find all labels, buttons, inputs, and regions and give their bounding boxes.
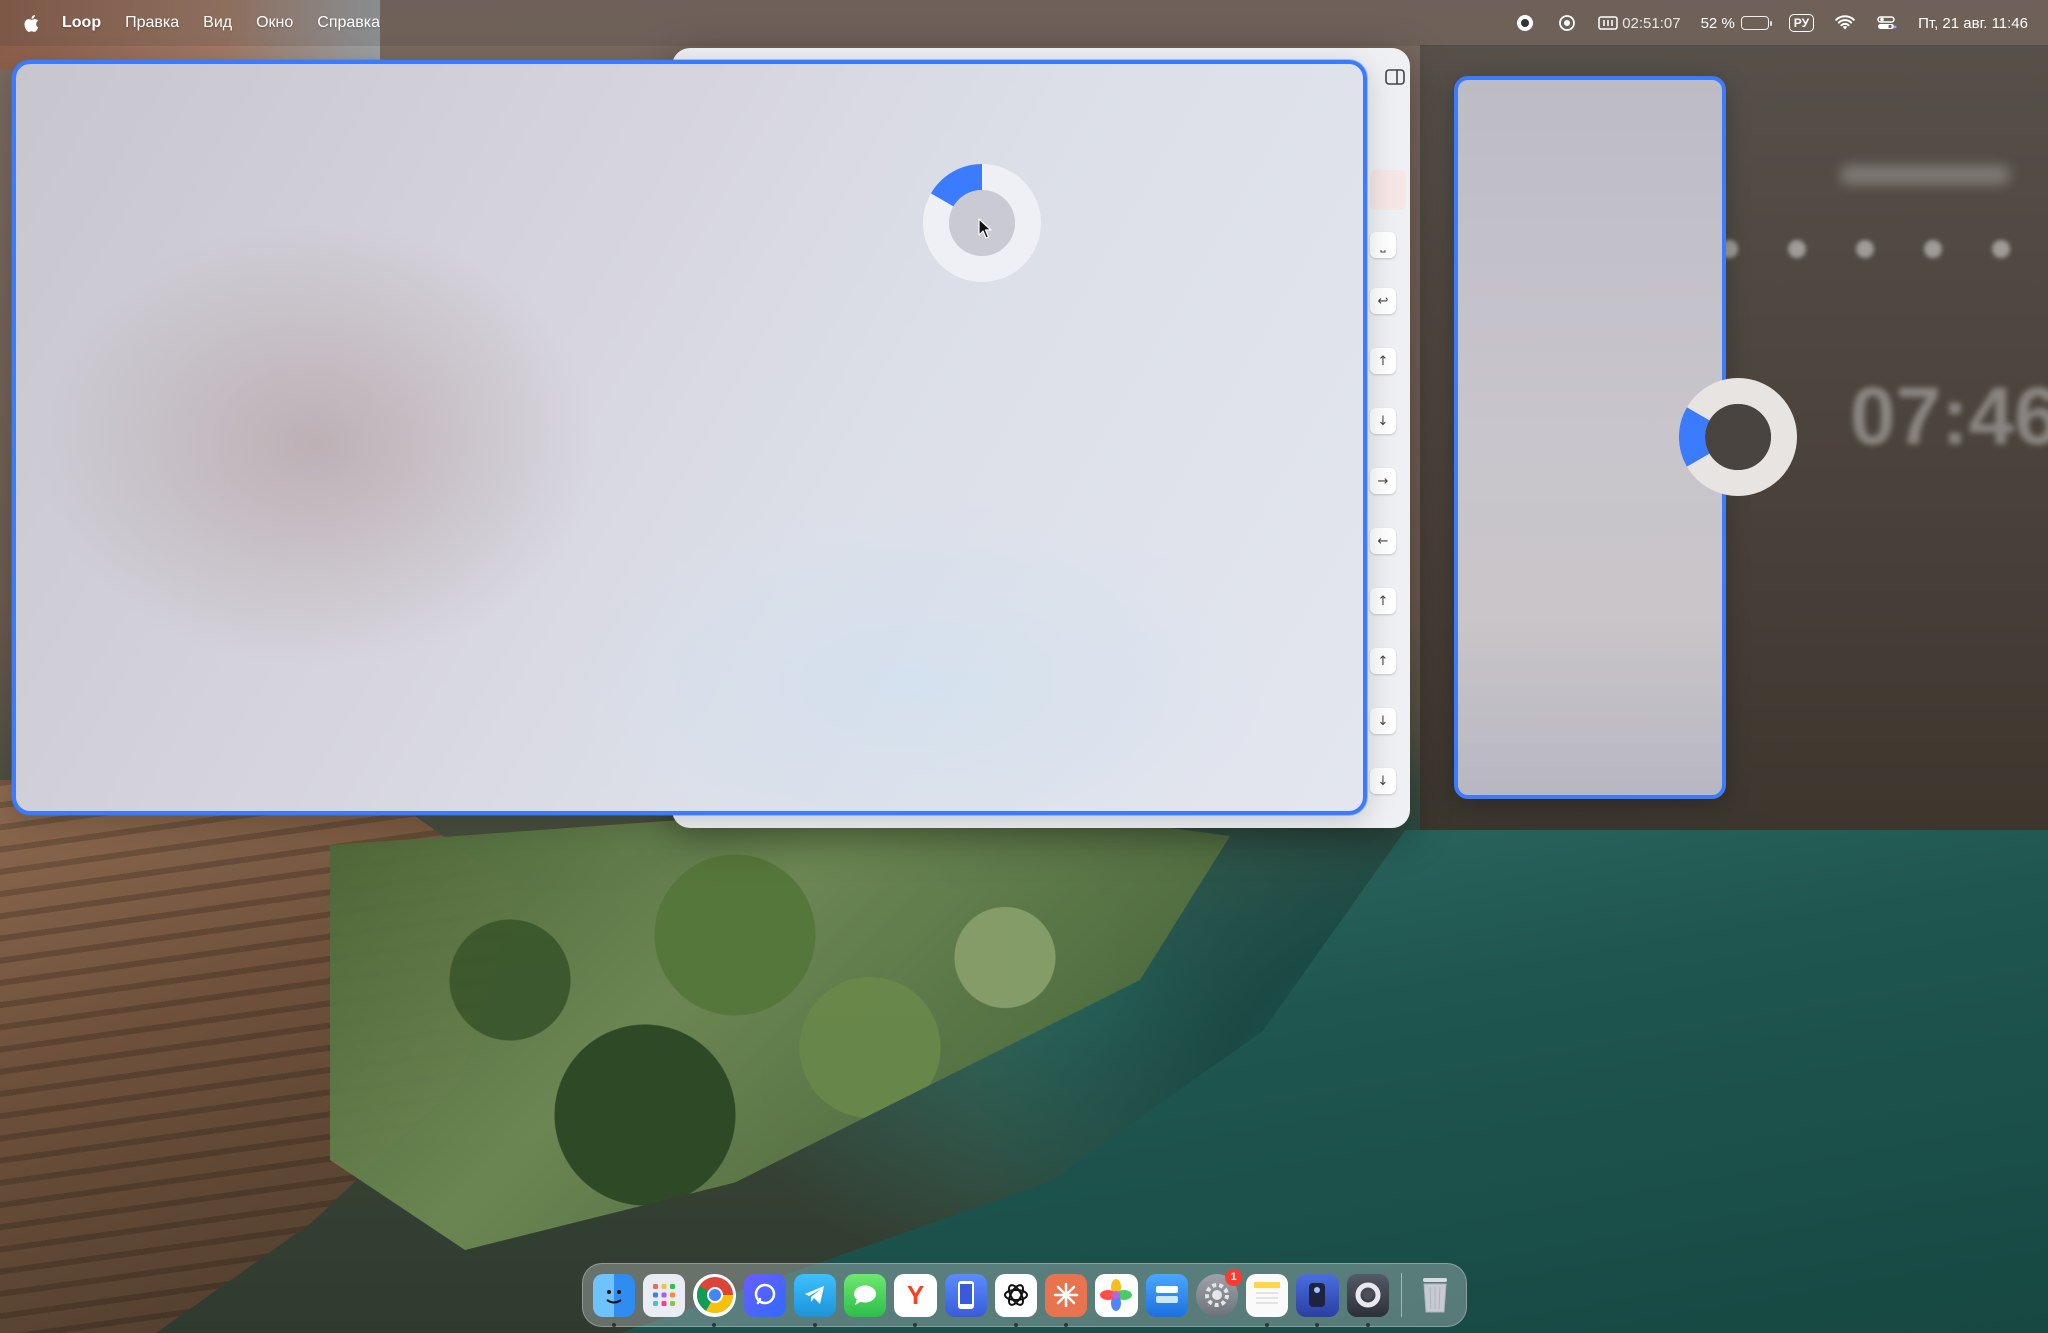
focus-timer-icon[interactable]: [1556, 12, 1578, 34]
menu-bar: Loop Правка Вид Окно Справка 02:51:07 52…: [0, 0, 2048, 46]
battery-percent: 52 %: [1700, 14, 1735, 32]
timer-text: 02:51:07: [1622, 14, 1681, 32]
blurred-text: [1840, 165, 2010, 185]
battery-icon: [1740, 16, 1772, 30]
menu-help[interactable]: Справка: [317, 14, 380, 32]
status-area: 02:51:07 52 % РУ Пт, 21 авг. 11:46: [1514, 12, 2028, 34]
keybind-key-icon: ↓: [1370, 708, 1396, 734]
dock-loop-icon[interactable]: [1346, 1273, 1389, 1327]
input-language[interactable]: РУ: [1788, 14, 1815, 32]
wifi-icon[interactable]: [1834, 12, 1856, 34]
dock-network-icon[interactable]: [1145, 1273, 1188, 1317]
dock-telegram-icon[interactable]: [793, 1273, 837, 1327]
dock-messenger-icon[interactable]: [743, 1273, 786, 1317]
keybind-key-icon: ↩: [1370, 288, 1396, 314]
keybind-key-icon: ←: [1370, 528, 1396, 554]
timer-status[interactable]: 02:51:07: [1598, 14, 1681, 32]
dock-photos-icon[interactable]: [1095, 1273, 1138, 1317]
settings-badge: 1: [1225, 1268, 1243, 1286]
blurred-dots: [1720, 240, 2010, 258]
menu-window[interactable]: Окно: [256, 14, 293, 32]
dock-trash-icon[interactable]: [1414, 1274, 1456, 1317]
dock-messages-icon[interactable]: [844, 1273, 887, 1317]
dock-finder-icon[interactable]: [593, 1273, 636, 1327]
menu-app-name[interactable]: Loop: [62, 14, 101, 32]
menu-edit[interactable]: Правка: [125, 14, 179, 32]
keybind-key-icon: ↑: [1370, 588, 1396, 614]
menu-view[interactable]: Вид: [203, 14, 232, 32]
control-center-icon[interactable]: [1876, 12, 1898, 34]
memory-icon: [1598, 16, 1618, 30]
datetime[interactable]: Пт, 21 авг. 11:46: [1918, 15, 2028, 32]
dock-notes-icon[interactable]: [1246, 1273, 1289, 1327]
highlighted-row: [1370, 170, 1406, 210]
sidebar-toggle-icon[interactable]: [1380, 64, 1410, 90]
dock-simulator-icon[interactable]: [944, 1273, 987, 1317]
loop-radial-menu-secondary[interactable]: [1678, 377, 1798, 497]
keybind-key-icon: ↓: [1370, 768, 1396, 794]
battery-status[interactable]: 52 %: [1700, 14, 1772, 32]
loop-window-preview-main: [12, 60, 1367, 815]
keybind-key-icon: ↓: [1370, 408, 1396, 434]
dock-chatgpt-icon[interactable]: [994, 1273, 1038, 1327]
keybind-key-icon: ⎵: [1370, 232, 1396, 258]
dock-hardware-icon[interactable]: [1296, 1273, 1339, 1327]
apple-logo-icon[interactable]: [20, 12, 42, 34]
mouse-cursor-icon: [978, 218, 992, 239]
record-icon[interactable]: [1514, 12, 1536, 34]
keybind-key-icon: ↑: [1370, 348, 1396, 374]
dock-separator: [1400, 1273, 1402, 1317]
keybind-key-icon: →: [1370, 468, 1396, 494]
dock-claude-icon[interactable]: [1045, 1273, 1088, 1327]
dock-settings-icon[interactable]: 1: [1195, 1268, 1243, 1317]
dock-chrome-icon[interactable]: [693, 1273, 736, 1327]
dock: Y 1: [582, 1263, 1467, 1327]
blurred-clock: 07:46: [1850, 371, 2048, 462]
dock-launchpad-icon[interactable]: [643, 1273, 686, 1317]
dock-yandex-icon[interactable]: Y: [894, 1273, 937, 1327]
keybind-key-icon: ↑: [1370, 648, 1396, 674]
